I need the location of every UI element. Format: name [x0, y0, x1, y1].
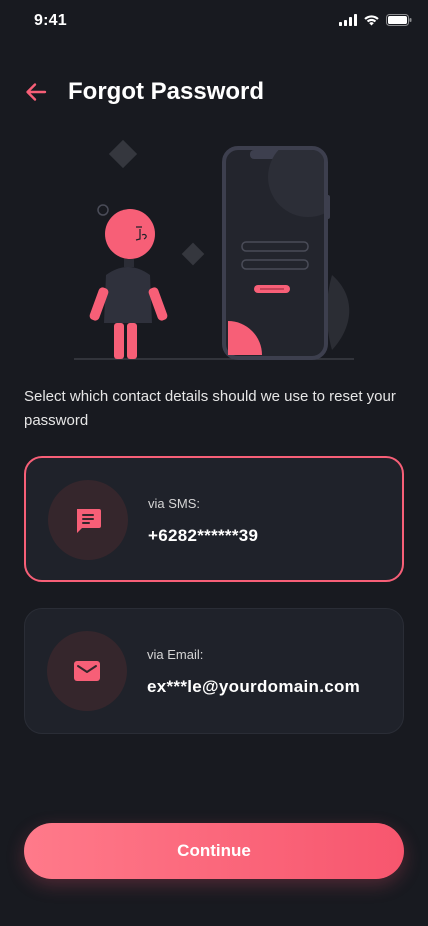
sms-option-card[interactable]: via SMS: +6282******39: [24, 456, 404, 582]
status-bar: 9:41: [0, 0, 428, 44]
page-title: Forgot Password: [68, 78, 265, 105]
status-icons: [339, 14, 412, 26]
back-button[interactable]: [22, 78, 50, 106]
email-option-card[interactable]: via Email: ex***le@yourdomain.com: [24, 608, 404, 734]
email-option-label: via Email:: [147, 647, 204, 662]
sms-option-label: via SMS:: [148, 496, 201, 511]
arrow-left-icon: [26, 83, 47, 101]
status-time: 9:41: [34, 12, 67, 29]
forgot-password-illustration: [74, 139, 354, 360]
instruction-text: Select which contact details should we u…: [24, 388, 396, 429]
wifi-icon: [364, 15, 379, 26]
sms-icon-circle: [48, 480, 128, 560]
email-option-value: ex***le@yourdomain.com: [147, 677, 361, 696]
email-icon-circle: [47, 631, 127, 711]
header: Forgot Password: [0, 70, 428, 116]
sms-option-value: +6282******39: [148, 526, 259, 545]
message-icon: [77, 509, 101, 533]
mail-icon: [74, 661, 100, 681]
continue-button[interactable]: Continue: [24, 823, 404, 879]
signal-icon: [339, 14, 357, 26]
battery-icon: [386, 14, 412, 26]
